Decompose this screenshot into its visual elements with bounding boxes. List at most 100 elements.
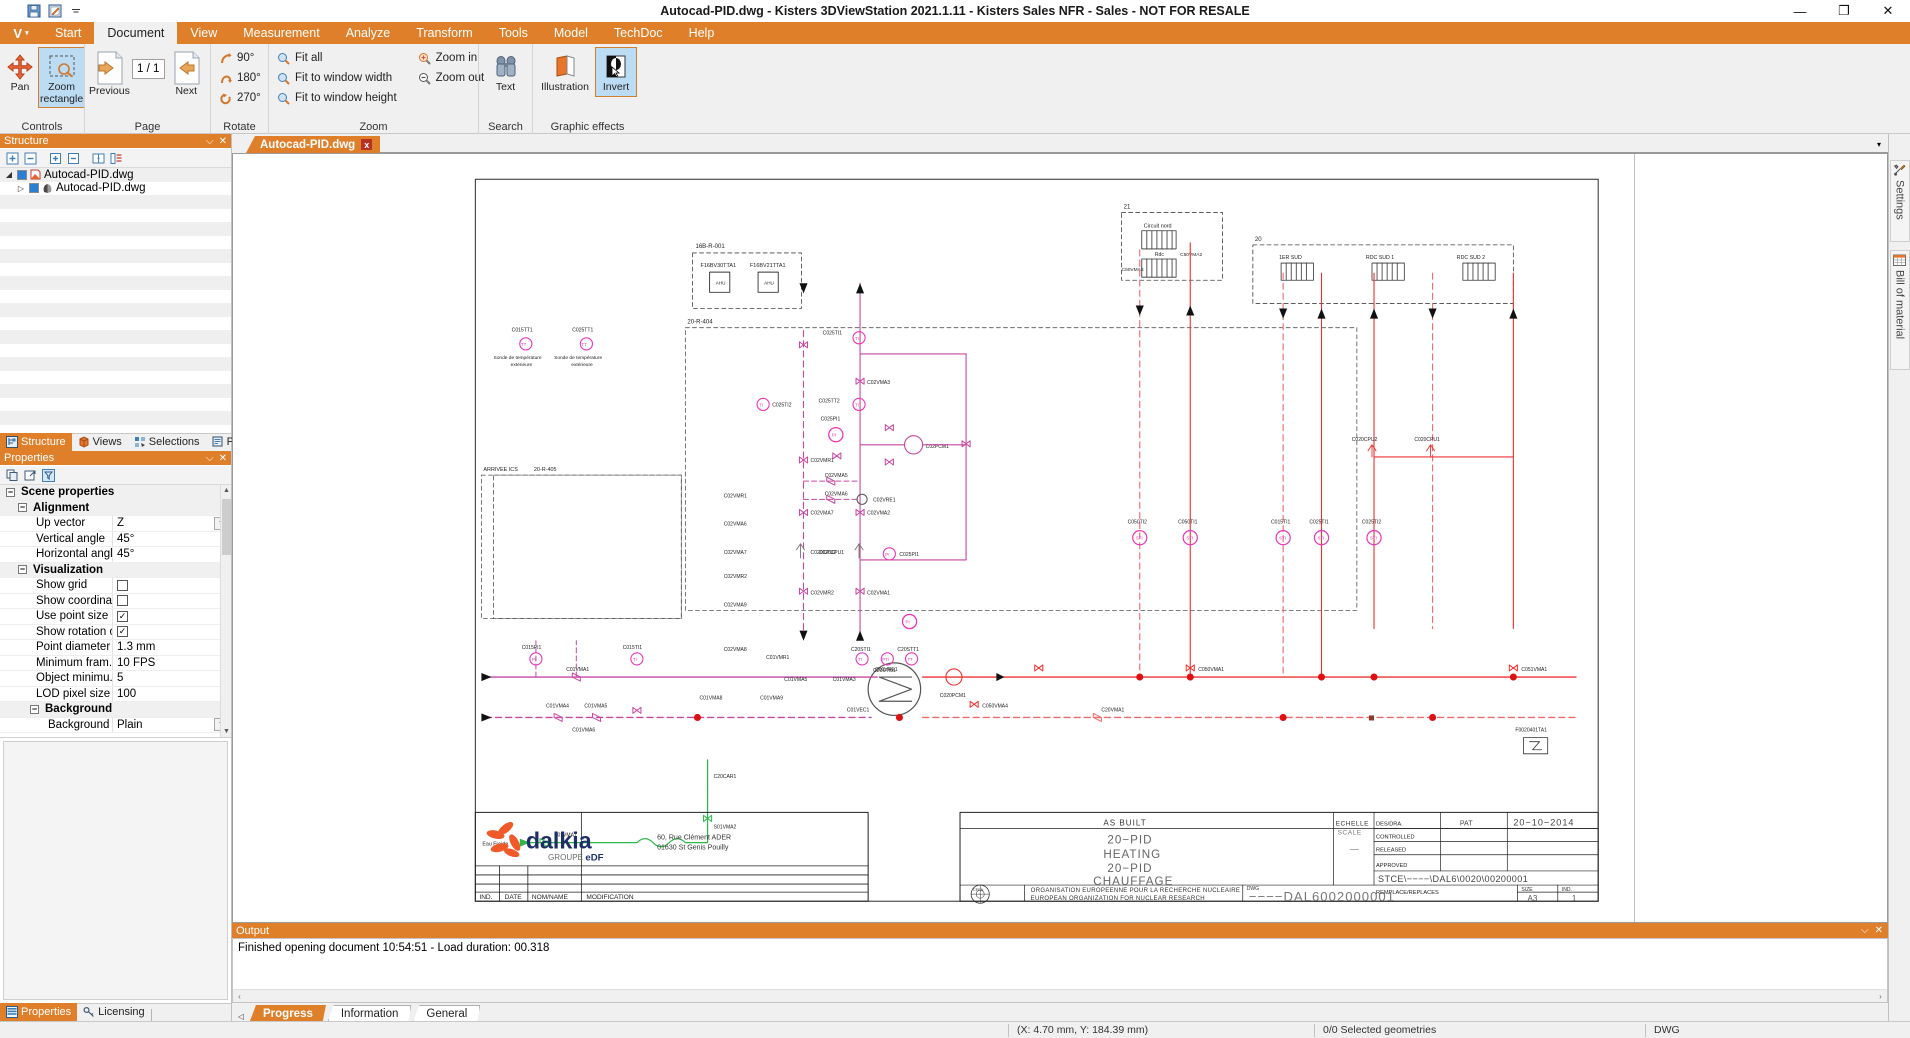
property-row[interactable]: Background ... Plain ▼ (0, 717, 231, 733)
properties-scrollbar[interactable]: ▲ ▼ (220, 485, 231, 737)
tree-node-child[interactable]: ▷ Autocad-PID.dwg (0, 182, 231, 196)
tab-view[interactable]: View (177, 22, 230, 44)
property-row[interactable]: Show coordinat... (0, 593, 231, 609)
document-tab-autocad-pid[interactable]: Autocad-PID.dwg x (246, 136, 381, 153)
output-tab-progress[interactable]: Progress (250, 1005, 326, 1021)
maximize-button[interactable]: ❐ (1822, 0, 1866, 22)
tree-node-checkbox[interactable] (29, 183, 39, 194)
application-menu-button[interactable]: V ▾ (0, 22, 42, 44)
chevron-down-icon[interactable]: ▾ (1870, 136, 1888, 153)
close-icon[interactable]: x (361, 139, 373, 150)
filter-icon[interactable] (40, 467, 56, 483)
collapse-node-icon[interactable] (65, 150, 81, 166)
split-view-icon[interactable] (90, 150, 106, 166)
panel-tab-licensing[interactable]: Licensing (77, 1003, 150, 1021)
invert-button[interactable]: Invert (595, 47, 637, 97)
show-details-icon[interactable] (108, 150, 124, 166)
right-tab-settings[interactable]: Settings (1889, 160, 1910, 242)
property-value[interactable]: ✓ (112, 624, 231, 639)
property-row[interactable]: − Alignment (0, 500, 231, 516)
property-value[interactable]: 1.3 mm (112, 640, 231, 655)
tab-scroll-left-icon[interactable]: ◁ (234, 1012, 248, 1021)
next-page-button[interactable]: Next (167, 47, 206, 97)
output-horizontal-scrollbar[interactable]: ‹ › (233, 989, 1887, 1002)
checkbox-unchecked[interactable] (117, 595, 128, 607)
property-value[interactable]: Plain ▼ (112, 717, 231, 732)
scrollbar-thumb[interactable] (222, 499, 231, 555)
tab-techdoc[interactable]: TechDoc (601, 22, 676, 44)
scroll-left-arrow-icon[interactable]: ‹ (233, 992, 246, 1001)
property-row[interactable]: Object minimu... 5 (0, 671, 231, 687)
tree-node-checkbox[interactable] (17, 169, 27, 180)
property-value[interactable]: 10 FPS (112, 655, 231, 670)
property-row[interactable]: Show grid (0, 578, 231, 594)
tab-help[interactable]: Help (676, 22, 728, 44)
structure-close-icon[interactable]: ✕ (219, 136, 227, 147)
fit-all-button[interactable]: Fit all (273, 48, 400, 68)
scroll-right-arrow-icon[interactable]: › (1874, 992, 1887, 1001)
expand-triangle-icon[interactable]: ▷ (16, 184, 26, 193)
property-value[interactable]: 45° (112, 547, 231, 562)
collapse-triangle-icon[interactable]: ◢ (4, 170, 14, 179)
rotate-90-button[interactable]: 90° (215, 48, 257, 68)
tab-analyze[interactable]: Analyze (333, 22, 403, 44)
property-row[interactable]: Point diameter 1.3 mm (0, 640, 231, 656)
property-value[interactable] (112, 593, 231, 608)
property-row[interactable]: Minimum fram... 10 FPS (0, 655, 231, 671)
close-button[interactable]: ✕ (1866, 0, 1910, 22)
illustration-button[interactable]: Illustration (537, 47, 593, 97)
fit-to-window-height-button[interactable]: Fit to window height (273, 88, 400, 108)
property-row[interactable]: − Scene properties (0, 485, 231, 501)
output-tab-general[interactable]: General (413, 1005, 480, 1021)
text-search-button[interactable]: Text (483, 47, 528, 97)
expander-icon[interactable]: − (18, 565, 27, 575)
expander-icon[interactable]: − (6, 487, 15, 497)
pan-button[interactable]: Pan (4, 47, 36, 97)
property-value[interactable]: 100 (112, 686, 231, 701)
property-value[interactable] (112, 578, 231, 593)
expand-all-icon[interactable] (4, 150, 20, 166)
property-row[interactable]: Horizontal angle 45° (0, 547, 231, 563)
output-pin-icon[interactable]: ⌵ (1861, 925, 1869, 936)
copy-icon[interactable] (4, 467, 20, 483)
scroll-down-arrow-icon[interactable]: ▼ (221, 726, 231, 737)
minimize-button[interactable]: — (1778, 0, 1822, 22)
property-row[interactable]: Use point size ✓ (0, 609, 231, 625)
tab-model[interactable]: Model (541, 22, 601, 44)
previous-page-button[interactable]: Previous (89, 47, 130, 97)
properties-close-icon[interactable]: ✕ (219, 453, 227, 464)
tab-tools[interactable]: Tools (486, 22, 541, 44)
zoom-in-button[interactable]: Zoom in (414, 48, 488, 68)
fit-to-window-width-button[interactable]: Fit to window width (273, 68, 400, 88)
zoom-rectangle-button[interactable]: Zoom rectangle (38, 47, 86, 109)
property-row[interactable]: Up vector Z ▼ (0, 516, 231, 532)
expand-node-icon[interactable] (47, 150, 63, 166)
expander-icon[interactable]: − (18, 503, 27, 513)
scroll-up-arrow-icon[interactable]: ▲ (221, 485, 231, 496)
tab-document[interactable]: Document (94, 22, 178, 44)
property-row[interactable]: − Visualization (0, 562, 231, 578)
panel-tab-selections[interactable]: Selections (128, 433, 206, 451)
property-value[interactable]: Z ▼ (112, 516, 231, 531)
structure-pin-icon[interactable]: ⌵ (206, 136, 214, 147)
export-icon[interactable] (22, 467, 38, 483)
property-value[interactable]: 45° (112, 531, 231, 546)
tab-start[interactable]: Start (42, 22, 94, 44)
panel-tab-properties[interactable]: Properties (0, 1003, 78, 1021)
property-row[interactable]: Vertical angle 45° (0, 531, 231, 547)
structure-tree[interactable]: ◢ Autocad-PID.dwg ▷ Autocad-PID.dwg (0, 168, 231, 433)
panel-tab-structure[interactable]: Structure (0, 433, 72, 451)
customize-qat-icon[interactable] (68, 3, 84, 19)
properties-grid[interactable]: − Scene properties − Alignment Up vector… (0, 485, 231, 737)
property-row[interactable]: − Background (0, 702, 231, 718)
tab-transform[interactable]: Transform (403, 22, 486, 44)
output-tab-information[interactable]: Information (328, 1005, 412, 1021)
rotate-180-button[interactable]: 180° (215, 68, 264, 88)
panel-tab-views[interactable]: Views (72, 433, 128, 451)
zoom-out-button[interactable]: Zoom out (414, 68, 488, 88)
output-log[interactable]: Finished opening document 10:54:51 - Loa… (232, 938, 1888, 1003)
checkbox-checked[interactable]: ✓ (117, 626, 128, 638)
properties-pin-icon[interactable]: ⌵ (206, 453, 214, 464)
page-number-display[interactable]: 1 / 1 (131, 59, 165, 79)
collapse-all-icon[interactable] (22, 150, 38, 166)
